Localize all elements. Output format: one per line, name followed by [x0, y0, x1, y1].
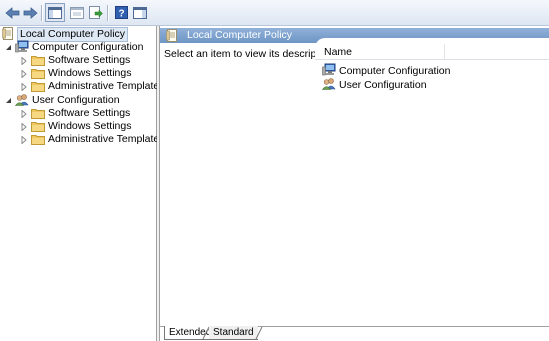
- svg-text:?: ?: [118, 9, 124, 20]
- tree-item-cc-administrative-templates[interactable]: Administrative Templates: [20, 80, 165, 93]
- folder-icon: [31, 68, 45, 79]
- tab-divider: [255, 326, 263, 340]
- details-header-title: Local Computer Policy: [187, 29, 293, 41]
- folder-icon: [31, 121, 45, 132]
- export-list-icon[interactable]: [86, 3, 106, 22]
- tree-item-label: User Configuration: [32, 94, 120, 106]
- collapsed-chevron-icon[interactable]: [20, 69, 28, 78]
- tree-item-uc-software-settings[interactable]: Software Settings: [20, 107, 130, 120]
- tree-item-label: Computer Configuration: [32, 41, 144, 53]
- collapsed-chevron-icon[interactable]: [20, 135, 28, 144]
- list-item-label: Computer Configuration: [339, 64, 451, 77]
- items-list: Name Computer Configuration User Configu…: [315, 38, 549, 328]
- column-header-name[interactable]: Name: [324, 46, 352, 58]
- back-arrow-icon[interactable]: [2, 3, 22, 22]
- tree-item-uc-windows-settings[interactable]: Windows Settings: [20, 120, 131, 133]
- expanded-chevron-icon[interactable]: [4, 97, 12, 105]
- expanded-chevron-icon[interactable]: [4, 44, 12, 52]
- forward-arrow-icon[interactable]: [20, 3, 40, 22]
- collapsed-chevron-icon[interactable]: [20, 109, 28, 118]
- tree-item-computer-configuration[interactable]: Computer Configuration: [4, 40, 144, 54]
- list-item-computer-configuration[interactable]: Computer Configuration: [322, 63, 451, 77]
- show-hide-tree-icon[interactable]: [45, 3, 65, 22]
- column-separator[interactable]: [444, 44, 445, 59]
- collapsed-chevron-icon[interactable]: [20, 82, 28, 91]
- properties-icon[interactable]: [67, 3, 87, 22]
- list-item-label: User Configuration: [339, 78, 427, 91]
- folder-icon: [31, 108, 45, 119]
- details-pane: Local Computer Policy Select an item to …: [160, 26, 549, 341]
- tree-item-label: Windows Settings: [48, 120, 132, 132]
- tree-item-label: Windows Settings: [48, 67, 132, 79]
- policy-document-icon: [166, 29, 178, 42]
- toolbar: ?: [0, 0, 549, 26]
- tree-item-label: Administrative Templates: [48, 80, 165, 92]
- console-tree: Local Computer Policy Computer Configura…: [0, 26, 165, 341]
- collapsed-chevron-icon[interactable]: [20, 122, 28, 131]
- tree-item-label: Local Computer Policy: [17, 27, 129, 42]
- users-icon: [321, 77, 336, 93]
- tree-item-user-configuration[interactable]: User Configuration: [4, 93, 120, 107]
- help-icon[interactable]: ?: [111, 3, 131, 22]
- tree-item-cc-software-settings[interactable]: Software Settings: [20, 54, 130, 67]
- list-header: Name: [315, 42, 549, 60]
- tab-standard[interactable]: Standard: [209, 326, 258, 340]
- tree-item-label: Software Settings: [48, 107, 131, 119]
- tree-item-cc-windows-settings[interactable]: Windows Settings: [20, 67, 131, 80]
- show-hide-action-pane-icon[interactable]: [130, 3, 150, 22]
- folder-icon: [31, 134, 45, 145]
- tree-item-label: Administrative Templates: [48, 133, 165, 145]
- tree-item-label: Software Settings: [48, 54, 131, 66]
- description-text: Select an item to view its description.: [164, 48, 337, 60]
- list-item-user-configuration[interactable]: User Configuration: [321, 77, 427, 93]
- folder-icon: [31, 81, 45, 92]
- tree-item-uc-administrative-templates[interactable]: Administrative Templates: [20, 133, 165, 146]
- folder-icon: [31, 55, 45, 66]
- view-tabs: Extended Standard: [160, 326, 549, 341]
- collapsed-chevron-icon[interactable]: [20, 56, 28, 65]
